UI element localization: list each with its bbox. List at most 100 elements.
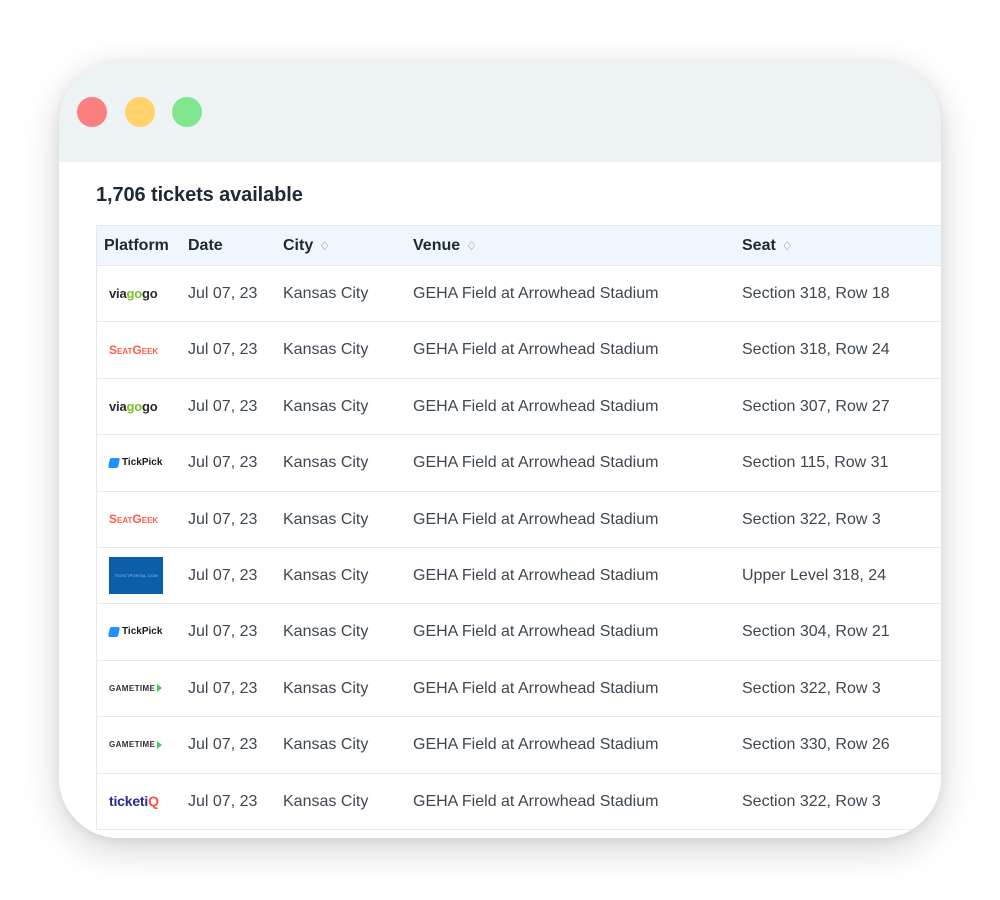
table-row[interactable]: TickPick Jul 07, 23 Kansas City GEHA Field … [96, 435, 941, 492]
logo-text: ticketi [109, 793, 149, 810]
seat-cell: Section 318, Row 18 [742, 285, 890, 302]
seat-cell: Section 322, Row 3 [742, 679, 881, 697]
close-window-button[interactable] [77, 97, 107, 127]
seat-cell: Section 322, Row 3 [742, 792, 881, 810]
table-row[interactable]: TickPick Jul 07, 23 Kansas City GEHA Field … [96, 604, 941, 661]
table-row[interactable]: SeatGeek Jul 07, 23 Kansas City GEHA Field … [96, 322, 941, 379]
date-cell: Jul 07, 23 [188, 285, 258, 302]
seat-cell: Section 304, Row 21 [742, 623, 890, 641]
city-cell: Kansas City [283, 679, 369, 697]
city-cell: Kansas City [283, 397, 369, 415]
gametime-arrow-icon [157, 684, 163, 693]
logo-text: GAMETIME [109, 740, 156, 750]
venue-cell: GEHA Field at Arrowhead Stadium [413, 679, 659, 697]
tickpick-mark-icon [107, 626, 121, 637]
sort-icon[interactable]: ♢ [319, 239, 330, 253]
date-cell: Jul 07, 23 [188, 566, 258, 584]
date-cell: Jul 07, 23 [188, 792, 258, 810]
platform-logo-ticketiq: ticketi Q [109, 774, 159, 829]
platform-logo-blue-box: TICKETPORTAL.COM [109, 548, 163, 603]
logo-text: TICKETPORTAL.COM [114, 572, 158, 578]
table-header: Platform Date City ♢ Venue ♢ Seat ♢ [96, 225, 941, 266]
venue-cell: GEHA Field at Arrowhead Stadium [413, 510, 659, 528]
city-cell: Kansas City [283, 285, 369, 302]
logo-text: go [141, 286, 158, 301]
column-header-seat[interactable]: Seat ♢ [742, 226, 793, 265]
seat-cell: Section 307, Row 27 [742, 397, 890, 415]
venue-cell: GEHA Field at Arrowhead Stadium [413, 397, 659, 415]
seat-cell: Section 318, Row 24 [742, 341, 890, 359]
date-cell: Jul 07, 23 [188, 736, 258, 754]
minimize-window-button[interactable] [125, 97, 155, 127]
city-cell: Kansas City [283, 510, 369, 528]
platform-logo-tickpick: TickPick [107, 435, 163, 490]
logo-text: TickPick [122, 626, 163, 638]
column-header-label: Platform [104, 237, 169, 254]
date-cell: Jul 07, 23 [188, 454, 258, 472]
venue-cell: GEHA Field at Arrowhead Stadium [413, 285, 659, 302]
date-cell: Jul 07, 23 [188, 341, 258, 359]
window-titlebar [59, 62, 941, 162]
logo-box: TICKETPORTAL.COM [109, 556, 163, 594]
logo-text: via [109, 398, 127, 414]
logo-text: TickPick [122, 457, 163, 469]
city-cell: Kansas City [283, 341, 369, 359]
venue-cell: GEHA Field at Arrowhead Stadium [413, 736, 659, 754]
seat-cell: Section 330, Row 26 [742, 736, 890, 754]
platform-logo-seatgeek: SeatGeek [109, 492, 158, 547]
city-cell: Kansas City [283, 623, 369, 641]
venue-cell: GEHA Field at Arrowhead Stadium [413, 623, 659, 641]
table-row[interactable]: via go go Jul 07, 23 Kansas City GEHA Field a… [96, 266, 941, 323]
table-row[interactable]: SeatGeek Jul 07, 23 Kansas City GEHA Field … [96, 491, 941, 548]
content-area: 1,706 tickets available Platform Date Ci… [59, 162, 941, 838]
table-row[interactable]: TICKETPORTAL.COM Jul 07, 23 Kansas City GEH… [96, 547, 941, 605]
platform-logo-seatgeek: SeatGeek [109, 322, 158, 377]
logo-text: via [109, 286, 127, 301]
date-cell: Jul 07, 23 [188, 623, 258, 641]
column-header-venue[interactable]: Venue ♢ [413, 226, 477, 265]
city-cell: Kansas City [283, 736, 369, 754]
logo-text: SeatGeek [109, 342, 159, 357]
city-cell: Kansas City [283, 792, 369, 810]
date-cell: Jul 07, 23 [188, 679, 258, 697]
maximize-window-button[interactable] [172, 97, 202, 127]
tickets-count-heading: 1,706 tickets available [96, 184, 303, 206]
sort-icon[interactable]: ♢ [782, 239, 793, 253]
table-row[interactable]: via go go Jul 07, 23 Kansas City GEHA Field a… [96, 378, 941, 436]
logo-text: go [141, 398, 158, 414]
platform-logo-gametime: GAMETIME [109, 717, 163, 772]
platform-logo-gametime: GAMETIME [109, 661, 163, 716]
seat-cell: Upper Level 318, 24 [742, 566, 887, 584]
seat-cell: Section 115, Row 31 [742, 454, 889, 472]
column-header-label: City [283, 237, 314, 254]
date-cell: Jul 07, 23 [188, 510, 258, 528]
gametime-arrow-icon [157, 740, 163, 749]
seat-cell: Section 322, Row 3 [742, 510, 881, 528]
table-row[interactable]: GAMETIME Jul 07, 23 Kansas City GEHA Field … [96, 660, 941, 718]
city-cell: Kansas City [283, 454, 369, 472]
platform-logo-viagogo: via go go [109, 379, 158, 434]
logo-text: Q [148, 793, 159, 810]
column-header-date: Date [188, 226, 223, 265]
city-cell: Kansas City [283, 566, 369, 584]
logo-text: GAMETIME [109, 683, 156, 693]
date-cell: Jul 07, 23 [188, 397, 258, 415]
column-header-label: Seat [742, 237, 776, 254]
logo-text: SeatGeek [109, 512, 159, 527]
logo-text: go [126, 286, 142, 301]
column-header-label: Date [188, 237, 223, 254]
platform-logo-viagogo: via go go [109, 266, 158, 321]
column-header-city[interactable]: City ♢ [283, 226, 330, 265]
tickpick-mark-icon [107, 457, 121, 468]
sort-icon[interactable]: ♢ [466, 239, 477, 253]
column-header-label: Venue [413, 237, 461, 254]
platform-logo-tickpick: TickPick [107, 604, 163, 659]
venue-cell: GEHA Field at Arrowhead Stadium [413, 566, 659, 584]
column-header-platform: Platform [104, 226, 169, 265]
logo-text: go [126, 398, 142, 414]
table-row[interactable]: ticketi Q Jul 07, 23 Kansas City GEHA Field … [96, 773, 941, 830]
venue-cell: GEHA Field at Arrowhead Stadium [413, 792, 659, 810]
tickets-table: Platform Date City ♢ Venue ♢ Seat ♢ via go go… [96, 225, 941, 830]
table-row[interactable]: GAMETIME Jul 07, 23 Kansas City GEHA Field … [96, 717, 941, 774]
venue-cell: GEHA Field at Arrowhead Stadium [413, 454, 659, 472]
